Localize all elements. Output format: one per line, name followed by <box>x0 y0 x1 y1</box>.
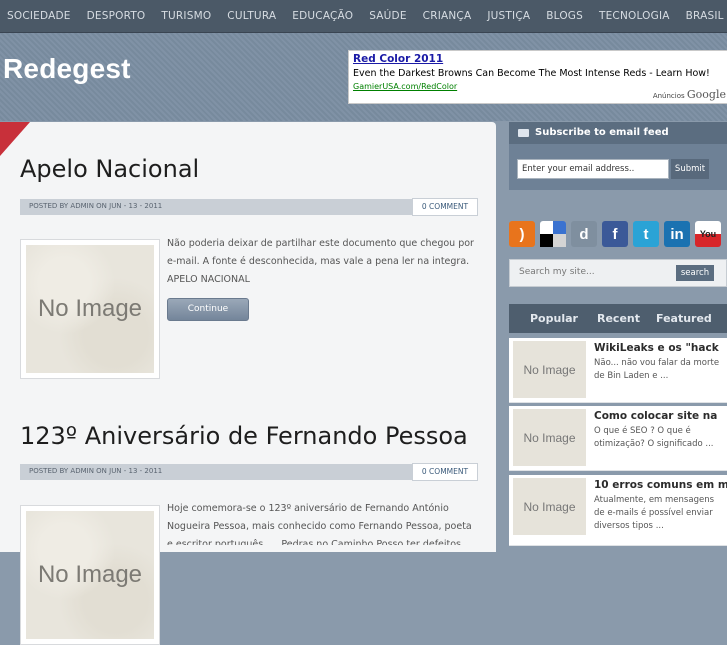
nav-item-blogs[interactable]: BLOGS <box>538 0 591 32</box>
tab-featured[interactable]: Featured <box>656 312 712 325</box>
email-input[interactable]: Enter your email address.. <box>517 159 669 179</box>
google-ad-banner[interactable]: Red Color 2011 Even the Darkest Browns C… <box>348 50 727 104</box>
list-item[interactable]: No Image WikiLeaks e os "hack Não... não… <box>509 338 727 403</box>
post-meta-bar: POSTED BY ADMIN ON JUN - 13 - 2011 0 COM… <box>20 463 478 481</box>
post-meta: POSTED BY ADMIN ON JUN - 13 - 2011 <box>29 467 163 475</box>
nav-item-brasil[interactable]: BRASIL <box>678 0 727 32</box>
comment-count-link[interactable]: 0 COMMENT <box>412 198 478 216</box>
top-navigation: SOCIEDADE DESPORTO TURISMO CULTURA EDUCA… <box>0 0 727 33</box>
site-logo-text[interactable]: Redegest <box>3 53 131 85</box>
nav-item-desporto[interactable]: DESPORTO <box>79 0 154 32</box>
list-item[interactable]: No Image Como colocar site na O que é SE… <box>509 406 727 471</box>
list-item-title[interactable]: WikiLeaks e os "hack <box>594 342 727 354</box>
ad-url-link[interactable]: GamierUSA.com/RedColor <box>353 82 457 91</box>
list-item-title[interactable]: 10 erros comuns em m <box>594 479 727 491</box>
post-meta: POSTED BY ADMIN ON JUN - 13 - 2011 <box>29 202 163 210</box>
social-icons: ) d f t in You <box>509 221 721 249</box>
mail-icon <box>518 129 529 137</box>
youtube-icon[interactable]: You <box>695 221 721 247</box>
nav-item-educacao[interactable]: EDUCAÇÃO <box>284 0 361 32</box>
submit-button[interactable]: Submit <box>671 159 709 179</box>
no-image-placeholder: No Image <box>513 409 586 466</box>
twitter-icon[interactable]: t <box>633 221 659 247</box>
list-item-text: Atualmente, em mensagens de e-mails é po… <box>594 495 715 531</box>
subscribe-widget: Subscribe to email feed Enter your email… <box>509 122 727 190</box>
no-image-placeholder: No Image <box>513 341 586 398</box>
subscribe-header: Subscribe to email feed <box>509 122 727 144</box>
nav-item-sociedade[interactable]: SOCIEDADE <box>0 0 79 32</box>
post-excerpt: Hoje comemora-se o 123º aniversário de F… <box>167 503 472 545</box>
comment-count-link[interactable]: 0 COMMENT <box>412 463 478 481</box>
facebook-icon[interactable]: f <box>602 221 628 247</box>
subscribe-title: Subscribe to email feed <box>535 127 669 138</box>
post-excerpt: Não poderia deixar de partilhar este doc… <box>167 238 474 285</box>
post-title[interactable]: 123º Aniversário de Fernando Pessoa <box>20 422 468 450</box>
search-button[interactable]: search <box>676 265 714 281</box>
delicious-icon[interactable] <box>540 221 566 247</box>
nav-item-cultura[interactable]: CULTURA <box>219 0 284 32</box>
no-image-placeholder: No Image <box>26 511 154 639</box>
post-title[interactable]: Apelo Nacional <box>20 155 199 183</box>
tab-popular[interactable]: Popular <box>530 312 578 325</box>
post-thumbnail[interactable]: No Image <box>20 505 160 645</box>
search-widget: Search my site... search <box>509 259 727 287</box>
linkedin-icon[interactable]: in <box>664 221 690 247</box>
list-item-title[interactable]: Como colocar site na <box>594 410 727 422</box>
list-item-text: O que é SEO ? O que é otimização? O sign… <box>594 426 714 449</box>
nav-item-crianca[interactable]: CRIANÇA <box>415 0 480 32</box>
sidebar-tabs: Popular Recent Featured <box>509 304 727 333</box>
rss-icon[interactable]: ) <box>509 221 535 247</box>
nav-item-justica[interactable]: JUSTIÇA <box>479 0 538 32</box>
nav-item-tecnologia[interactable]: TECNOLOGIA <box>591 0 678 32</box>
no-image-placeholder: No Image <box>26 245 154 373</box>
no-image-placeholder: No Image <box>513 478 586 535</box>
ad-text: Even the Darkest Browns Can Become The M… <box>353 68 710 79</box>
post-thumbnail[interactable]: No Image <box>20 239 160 379</box>
nav-item-turismo[interactable]: TURISMO <box>153 0 219 32</box>
search-input[interactable]: Search my site... <box>519 267 595 277</box>
ad-brand: Anúncios Google <box>653 88 726 101</box>
list-item[interactable]: No Image 10 erros comuns em m Atualmente… <box>509 475 727 546</box>
ad-label: Anúncios <box>652 92 685 100</box>
nav-item-saude[interactable]: SAÚDE <box>361 0 414 32</box>
post-meta-bar: POSTED BY ADMIN ON JUN - 13 - 2011 0 COM… <box>20 198 478 216</box>
corner-ribbon <box>0 122 30 156</box>
continue-button[interactable]: Continue <box>167 298 249 321</box>
google-logo-text: Google <box>686 88 726 101</box>
tab-recent[interactable]: Recent <box>597 312 640 325</box>
digg-icon[interactable]: d <box>571 221 597 247</box>
list-item-text: Não... não vou falar da morte de Bin Lad… <box>594 358 720 381</box>
ad-title-link[interactable]: Red Color 2011 <box>353 53 443 65</box>
